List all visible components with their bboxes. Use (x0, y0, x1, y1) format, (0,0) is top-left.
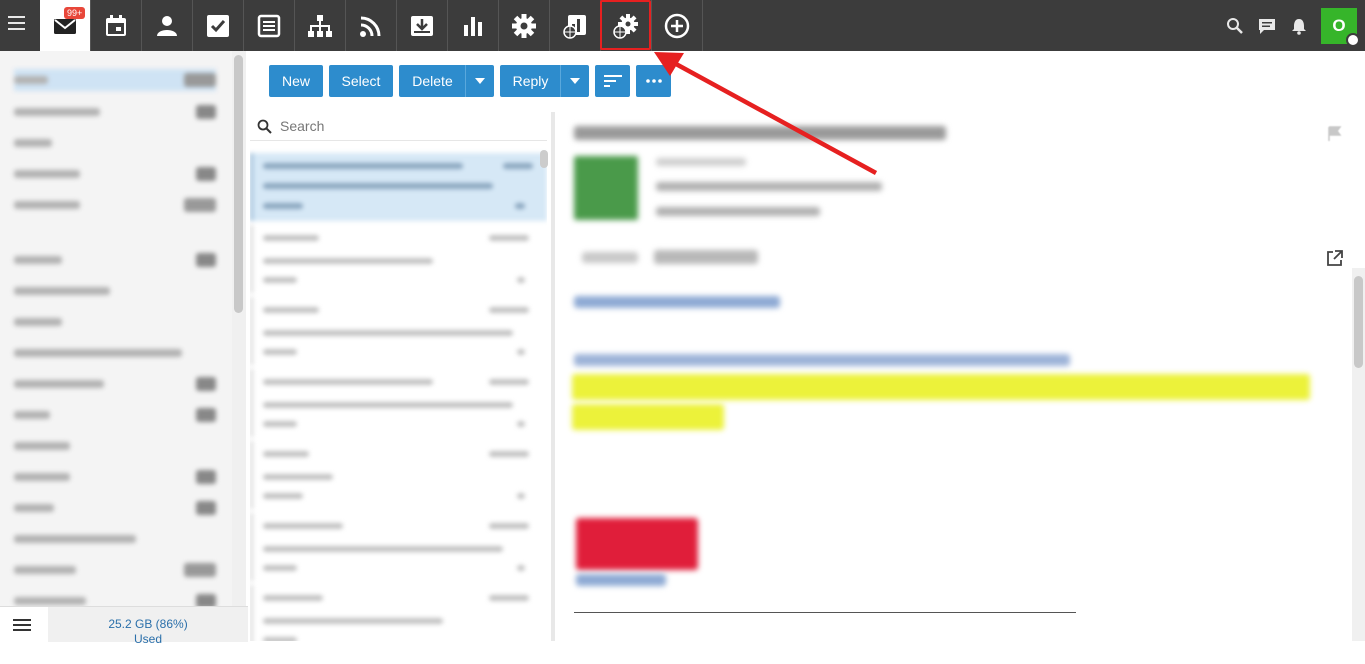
tray-download-icon (411, 15, 433, 36)
hamburger-icon[interactable] (8, 16, 28, 36)
folder-sidebar (0, 51, 232, 606)
app-notes[interactable] (244, 0, 295, 51)
highlight-box (600, 0, 651, 50)
folder-item[interactable] (14, 194, 216, 216)
folder-item[interactable] (14, 528, 216, 550)
list-item[interactable] (250, 369, 547, 437)
ellipsis-icon (645, 79, 662, 83)
folder-item[interactable] (14, 466, 216, 488)
app-mail[interactable]: 99+ (40, 0, 91, 51)
app-tasks[interactable] (193, 0, 244, 51)
folder-item[interactable] (14, 249, 216, 271)
quota-value: 25.2 GB (86%) (108, 617, 188, 631)
message-list-scrollbar[interactable] (540, 150, 548, 168)
sort-button[interactable] (595, 65, 630, 97)
reply-dropdown-icon[interactable] (560, 65, 589, 97)
sort-lines-icon (603, 75, 622, 87)
delete-dropdown-icon[interactable] (465, 65, 494, 97)
sidebar-scroll-thumb[interactable] (234, 55, 243, 313)
list-item[interactable] (250, 513, 547, 581)
reply-label: Reply (512, 73, 549, 89)
top-right-controls: O (1219, 0, 1365, 51)
top-bar: 99+ O (0, 0, 1365, 51)
search-icon[interactable] (1219, 17, 1251, 35)
app-domain-reports[interactable] (550, 0, 601, 51)
unread-badge: 99+ (64, 7, 86, 19)
app-settings[interactable] (499, 0, 550, 51)
plus-circle-icon (664, 13, 690, 38)
search-input[interactable]: Search (280, 118, 324, 134)
search-bar[interactable]: Search (250, 112, 547, 141)
folder-item[interactable] (14, 497, 216, 519)
app-reports[interactable] (448, 0, 499, 51)
calendar-icon (106, 14, 126, 36)
chat-icon[interactable] (1251, 17, 1283, 35)
folder-item[interactable] (14, 435, 216, 457)
reading-pane (556, 112, 1351, 641)
folder-item[interactable] (14, 342, 216, 364)
pane-divider[interactable] (551, 112, 555, 641)
sitemap-icon (308, 14, 332, 37)
list-item[interactable] (250, 153, 547, 221)
bell-icon[interactable] (1283, 17, 1315, 35)
folder-item[interactable] (14, 280, 216, 302)
status-dot (1346, 32, 1360, 47)
list-item[interactable] (250, 585, 547, 641)
flag-icon[interactable] (1328, 126, 1342, 147)
app-add[interactable] (652, 0, 703, 51)
app-contacts[interactable] (142, 0, 193, 51)
quota-label: Used (133, 632, 162, 646)
folder-item[interactable] (14, 69, 216, 91)
message-list (250, 143, 547, 641)
folder-item[interactable] (14, 590, 216, 606)
folder-item[interactable] (14, 559, 216, 581)
document-icon (257, 14, 281, 37)
reply-button[interactable]: Reply (500, 65, 589, 97)
popout-icon[interactable] (1326, 250, 1343, 272)
list-item[interactable] (250, 225, 547, 293)
delete-button[interactable]: Delete (399, 65, 494, 97)
message-subject (574, 126, 946, 140)
storage-quota: 25.2 GB (86%) Used (48, 607, 248, 646)
folder-item[interactable] (14, 373, 216, 395)
gear-icon (512, 13, 536, 38)
delete-label: Delete (412, 73, 453, 89)
reading-scroll-thumb[interactable] (1354, 276, 1363, 368)
new-button[interactable]: New (269, 65, 323, 97)
list-item[interactable] (250, 297, 547, 365)
avatar-letter: O (1332, 15, 1346, 35)
app-inbox-download[interactable] (397, 0, 448, 51)
folder-item[interactable] (14, 163, 216, 185)
reading-pane-scrollbar[interactable] (1352, 268, 1365, 641)
search-icon (257, 119, 272, 134)
sender-avatar (574, 156, 638, 220)
sidebar-scrollbar[interactable] (232, 51, 246, 606)
checkbox-icon (207, 14, 229, 37)
select-button[interactable]: Select (329, 65, 393, 97)
app-calendar[interactable] (91, 0, 142, 51)
app-org-chart[interactable] (295, 0, 346, 51)
folder-list-icon[interactable] (13, 619, 33, 634)
folder-item[interactable] (14, 404, 216, 426)
rss-icon (360, 16, 381, 37)
person-icon (157, 15, 177, 36)
folder-item[interactable] (14, 132, 216, 154)
folder-item[interactable] (14, 101, 216, 123)
report-globe-icon (563, 14, 586, 39)
list-item[interactable] (250, 441, 547, 509)
folder-item[interactable] (14, 311, 216, 333)
avatar[interactable]: O (1321, 7, 1360, 47)
sidebar-footer: 25.2 GB (86%) Used (0, 606, 248, 646)
signature-divider (574, 612, 1076, 613)
app-rss[interactable] (346, 0, 397, 51)
bar-chart-icon (464, 16, 482, 36)
more-button[interactable] (636, 65, 671, 97)
